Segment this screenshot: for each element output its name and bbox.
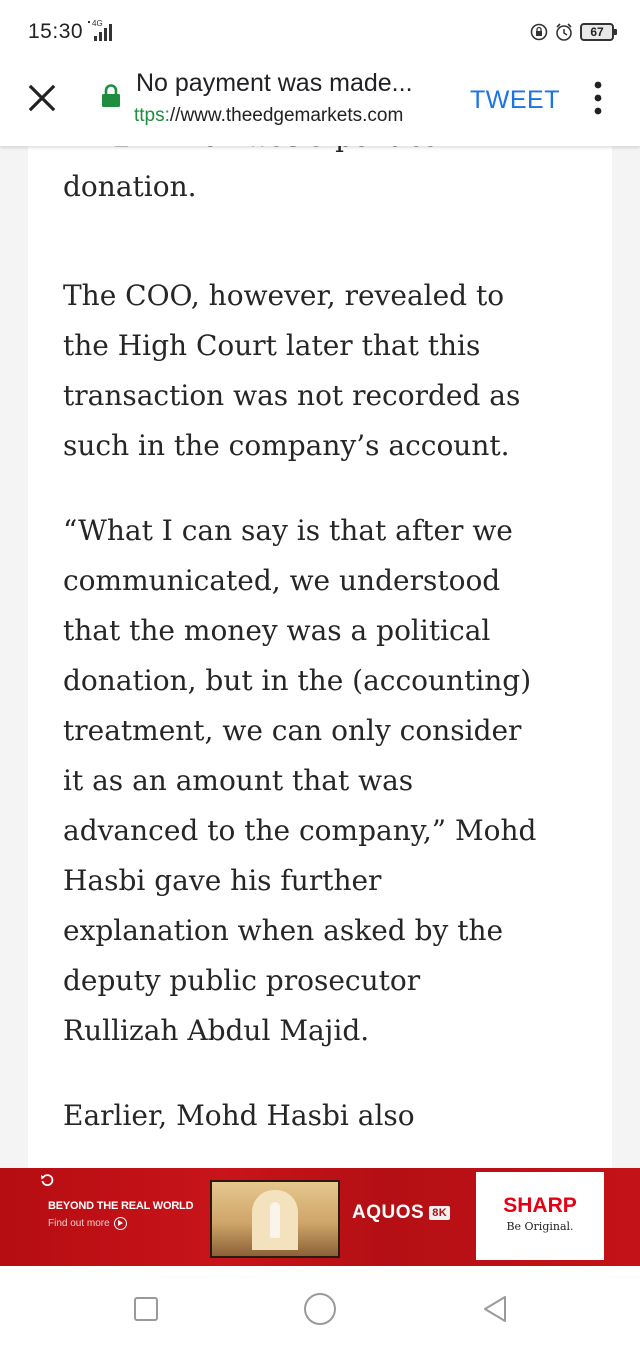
url-domain: //www.theedgemarkets.com — [169, 105, 404, 126]
screen-lock-icon — [530, 23, 548, 41]
ad-slogan: Be Original. — [506, 1220, 574, 1233]
status-icons: 67 — [530, 20, 617, 44]
article-paragraph: Earlier, Mohd Hasbi also — [63, 1099, 415, 1132]
replay-icon[interactable] — [40, 1173, 54, 1187]
cellular-signal-icon: 4G — [88, 19, 112, 41]
ad-product-badge: 8K — [429, 1206, 451, 1220]
more-options-icon[interactable] — [588, 80, 608, 116]
ad-brand-logo: SHARP Be Original. — [476, 1172, 604, 1260]
custom-tab-toolbar: No payment was made... ttps://www.theedg… — [0, 66, 640, 146]
system-navigation-bar — [0, 1266, 640, 1351]
ad-find-out-label: Find out more — [48, 1218, 110, 1229]
ad-product-name: AQUOS 8K — [352, 1202, 451, 1224]
article-paragraph: “What I can say is that after we communi… — [63, 514, 537, 1047]
close-icon[interactable] — [26, 82, 58, 114]
page-title: No payment was made... — [136, 69, 413, 97]
ad-product-image — [210, 1180, 340, 1258]
tweet-button[interactable]: TWEET — [470, 86, 560, 115]
alarm-clock-icon — [556, 23, 572, 41]
play-icon — [113, 1217, 127, 1230]
ad-brand: SHARP — [503, 1194, 577, 1217]
ad-find-out-link[interactable]: Find out more — [48, 1217, 127, 1230]
article-body: RM2 million was a political donation. Th… — [28, 146, 612, 1168]
recent-apps-icon[interactable] — [134, 1297, 158, 1321]
network-type: 4G — [92, 19, 103, 28]
page-url: ttps://www.theedgemarkets.com — [134, 105, 403, 127]
article-paragraph: The COO, however, revealed to the High C… — [63, 279, 521, 462]
article-paragraph: RM2 million was a political donation. — [63, 146, 449, 203]
ad-product-label: AQUOS — [352, 1202, 425, 1223]
status-time: 15:30 — [28, 20, 84, 43]
ad-banner[interactable]: BEYOND THE REAL WORLD Find out more AQUO… — [0, 1168, 640, 1266]
home-icon[interactable] — [304, 1293, 336, 1325]
battery-icon: 67 — [580, 23, 617, 41]
url-scheme: ttps: — [134, 105, 170, 126]
page-content: RM2 million was a political donation. Th… — [0, 146, 640, 1168]
lock-icon — [102, 84, 120, 107]
ad-tagline: BEYOND THE REAL WORLD — [48, 1200, 194, 1212]
status-bar: 15:30 4G 67 — [0, 0, 640, 66]
back-icon[interactable] — [480, 1294, 510, 1324]
